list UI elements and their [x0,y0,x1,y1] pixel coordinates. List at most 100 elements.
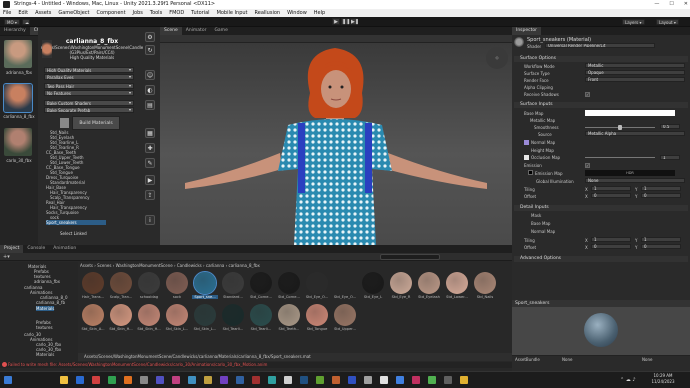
tree-item-selected[interactable]: Sport_sneakers [46,220,106,225]
minimize-button[interactable]: — [654,0,659,9]
app-icon[interactable] [108,376,116,384]
bake-prefab-toggle[interactable]: Bake Separate Prefab [44,107,134,113]
workflow-dropdown[interactable]: Metallic [585,63,685,68]
material-asset[interactable] [334,304,356,326]
smoothness-value[interactable]: 0.5 [660,124,680,129]
settings-icon[interactable]: ⚙ [145,32,155,42]
tools-icon[interactable]: ✎ [145,158,155,168]
character-thumbnail-carlo[interactable] [4,128,32,156]
section-surface-options[interactable]: Surface Options [514,56,688,62]
eyes-dropdown[interactable]: Parallax Eyes [44,74,134,80]
app-icon[interactable] [268,376,276,384]
material-asset[interactable] [222,272,244,294]
app-icon[interactable] [236,376,244,384]
app-icon[interactable] [332,376,340,384]
material-asset[interactable] [193,271,217,295]
section-surface-inputs[interactable]: Surface Inputs [514,102,688,108]
material-asset[interactable] [278,304,300,326]
emission-color-hdr[interactable]: HDR [585,170,675,176]
smoothness-slider-handle[interactable] [618,125,622,130]
material-asset[interactable] [362,272,384,294]
app-icon[interactable] [428,376,436,384]
select-linked-button[interactable]: Select Linked [60,231,87,236]
emission-map-swatch[interactable] [528,170,533,175]
character-thumbnail-carlianna[interactable] [3,83,33,113]
app-icon[interactable] [140,376,148,384]
character-thumbnail-adrianna[interactable] [4,40,32,68]
app-icon[interactable] [188,376,196,384]
app-icon[interactable] [124,376,132,384]
edge-icon[interactable] [76,376,84,384]
bake-shaders-toggle[interactable]: Bake Custom Shaders [44,100,134,106]
render-face-dropdown[interactable]: Front [585,77,685,82]
detail-tiling-x-field[interactable]: 1 [591,237,631,242]
menu-window[interactable]: Window [287,9,307,17]
project-breadcrumb[interactable]: Assets › Scenes › WashingtonMonumentScen… [80,262,510,269]
material-asset[interactable] [82,272,104,294]
material-asset[interactable] [306,272,328,294]
layout-dropdown[interactable]: Layout ▾ [656,19,679,25]
project-search-input[interactable] [380,254,440,260]
app-icon[interactable] [300,376,308,384]
app-icon[interactable] [172,376,180,384]
project-tree-item[interactable]: adrianna_fbx [34,279,60,284]
detail-offset-x-field[interactable]: 0 [591,244,631,249]
menu-reallusion[interactable]: Reallusion [255,9,281,17]
app-icon[interactable] [348,376,356,384]
material-asset[interactable] [334,272,356,294]
menu-gameobject[interactable]: GameObject [58,9,89,17]
material-asset[interactable] [474,272,496,294]
menu-mobile-input[interactable]: Mobile Input [217,9,248,17]
material-asset[interactable] [446,272,468,294]
app-icon[interactable] [204,376,212,384]
menu-help[interactable]: Help [314,9,325,17]
app-icon[interactable] [316,376,324,384]
project-tree-item[interactable]: Materials [36,352,54,357]
tab-animation[interactable]: Animation [49,245,80,253]
tab-game[interactable]: Game [210,27,231,35]
receive-shadows-checkbox[interactable]: ✓ [585,92,590,97]
step-button[interactable]: ▶❚ [350,18,359,25]
app-icon[interactable] [220,376,228,384]
app-icon[interactable] [284,376,292,384]
bake-icon[interactable]: ▤ [145,100,155,110]
app-icon[interactable] [396,376,404,384]
tray-icons[interactable]: ⌃ ☁ ♪ [620,377,636,383]
material-asset[interactable] [110,272,132,294]
section-advanced-options[interactable]: Advanced Options [514,256,688,262]
app-icon[interactable] [444,376,452,384]
quality-dropdown[interactable]: High Quality Materials [44,67,134,73]
info-icon[interactable]: i [145,215,155,225]
tab-inspector[interactable]: Inspector [512,27,541,35]
emission-checkbox[interactable]: ✓ [585,163,590,168]
build-materials-button[interactable]: Build Materials [72,116,120,130]
app-icon[interactable] [156,376,164,384]
pause-button[interactable]: ❚❚ [341,18,350,25]
tab-console[interactable]: Console [23,245,49,253]
hair-dropdown[interactable]: Two Pass Hair [44,83,134,89]
scene-gizmo-icon[interactable]: ◇ [486,47,508,69]
character-icon[interactable]: ☺ [145,70,155,80]
section-detail-inputs[interactable]: Detail Inputs [514,205,688,211]
unity-icon[interactable] [380,376,388,384]
features-dropdown[interactable]: No Features [44,90,134,96]
material-asset[interactable] [166,272,188,294]
material-asset[interactable] [166,304,188,326]
material-asset[interactable] [110,304,132,326]
tiling-y-field[interactable]: 1 [641,186,681,191]
grid-icon[interactable]: ▦ [145,128,155,138]
menu-edit[interactable]: Edit [18,9,28,17]
material-asset[interactable] [82,304,104,326]
console-error-bar[interactable]: Failed to write mesh file: Assets/Scenes… [0,362,512,368]
base-map-color[interactable] [585,110,675,116]
tab-animator[interactable]: Animator [182,27,211,35]
offset-y-field[interactable]: 0 [641,193,681,198]
normal-map-swatch[interactable] [524,140,529,145]
detail-offset-y-field[interactable]: 0 [641,244,681,249]
project-tree-item[interactable]: carlianna_8_fb [36,300,65,305]
material-asset[interactable] [194,304,216,326]
material-asset[interactable] [250,304,272,326]
menu-file[interactable]: File [3,9,11,17]
layers-dropdown[interactable]: Layers ▾ [622,19,645,25]
menu-component[interactable]: Component [97,9,126,17]
